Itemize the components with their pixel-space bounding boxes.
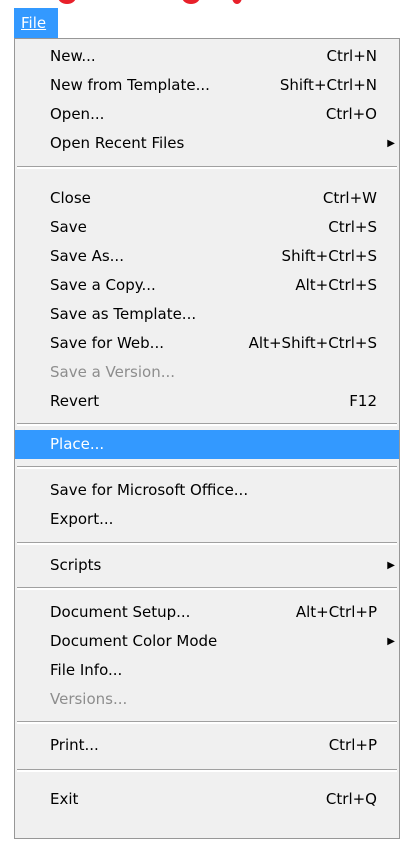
menu-item-label: Place...	[50, 435, 105, 453]
menu-item-save-as[interactable]: Save As... Shift+Ctrl+S	[15, 242, 399, 271]
menu-item-label: Open Recent Files	[50, 134, 185, 152]
menu-item-label: Save a Version...	[50, 363, 176, 381]
menu-item-label: New...	[50, 47, 96, 65]
menu-item-shortcut: F12	[349, 392, 377, 410]
menu-item-label: Document Setup...	[50, 603, 191, 621]
menu-item-label: Versions...	[50, 690, 128, 708]
menu-separator	[17, 166, 397, 169]
menu-item-label: Save for Web...	[50, 334, 164, 352]
menu-item-save-for-web[interactable]: Save for Web... Alt+Shift+Ctrl+S	[15, 329, 399, 358]
submenu-arrow-icon: ▶	[387, 560, 395, 571]
submenu-arrow-icon: ▶	[387, 138, 395, 149]
menu-item-versions: Versions...	[15, 685, 399, 714]
red-graphic-fragment	[232, 0, 242, 4]
menu-item-shortcut: Shift+Ctrl+S	[281, 247, 377, 265]
menu-item-export[interactable]: Export...	[15, 505, 399, 534]
menu-item-label: Open...	[50, 105, 105, 123]
menu-item-print[interactable]: Print... Ctrl+P	[15, 731, 399, 760]
menu-item-save-as-template[interactable]: Save as Template...	[15, 300, 399, 329]
menu-item-new-from-template[interactable]: New from Template... Shift+Ctrl+N	[15, 71, 399, 100]
menu-item-scripts[interactable]: Scripts ▶	[15, 551, 399, 580]
menu-item-shortcut: Alt+Shift+Ctrl+S	[248, 334, 377, 352]
menu-item-save-a-version: Save a Version...	[15, 358, 399, 387]
menu-item-label: Save a Copy...	[50, 276, 156, 294]
menu-item-shortcut: Alt+Ctrl+P	[295, 603, 377, 621]
red-graphic-fragment	[58, 0, 76, 4]
menu-item-exit[interactable]: Exit Ctrl+Q	[15, 785, 399, 814]
menu-item-place[interactable]: Place...	[15, 430, 399, 459]
menu-item-new[interactable]: New... Ctrl+N	[15, 42, 399, 71]
menu-item-shortcut: Ctrl+S	[328, 218, 377, 236]
menu-item-label: Save As...	[50, 247, 124, 265]
menu-separator	[17, 466, 397, 469]
menu-item-label: Print...	[50, 736, 99, 754]
menu-item-shortcut: Ctrl+P	[328, 736, 377, 754]
menu-item-label: Close	[50, 189, 91, 207]
menu-item-label: Save	[50, 218, 87, 236]
menu-item-file-info[interactable]: File Info...	[15, 656, 399, 685]
menu-item-open-recent-files[interactable]: Open Recent Files ▶	[15, 129, 399, 158]
menu-item-save-for-microsoft-office[interactable]: Save for Microsoft Office...	[15, 476, 399, 505]
menu-item-label: Scripts	[50, 556, 102, 574]
menu-separator	[17, 423, 397, 426]
red-graphic-fragment	[182, 0, 200, 4]
menu-file-tab[interactable]: File	[14, 8, 58, 38]
top-decoration	[0, 0, 405, 8]
menu-item-shortcut: Ctrl+O	[325, 105, 377, 123]
menu-file-label: File	[21, 14, 47, 32]
menu-item-label: Save as Template...	[50, 305, 197, 323]
submenu-arrow-icon: ▶	[387, 636, 395, 647]
menu-item-save[interactable]: Save Ctrl+S	[15, 213, 399, 242]
menu-item-revert[interactable]: Revert F12	[15, 387, 399, 416]
menu-item-label: Exit	[50, 790, 79, 808]
menu-item-label: File Info...	[50, 661, 123, 679]
menu-item-label: Save for Microsoft Office...	[50, 481, 249, 499]
file-dropdown-menu: New... Ctrl+N New from Template... Shift…	[14, 38, 400, 839]
menu-item-document-setup[interactable]: Document Setup... Alt+Ctrl+P	[15, 598, 399, 627]
menu-item-label: Export...	[50, 510, 114, 528]
menu-separator	[17, 587, 397, 590]
menu-item-shortcut: Shift+Ctrl+N	[279, 76, 377, 94]
menu-item-document-color-mode[interactable]: Document Color Mode ▶	[15, 627, 399, 656]
menu-item-label: New from Template...	[50, 76, 210, 94]
menu-item-shortcut: Ctrl+N	[326, 47, 377, 65]
menu-item-open[interactable]: Open... Ctrl+O	[15, 100, 399, 129]
menu-item-shortcut: Alt+Ctrl+S	[295, 276, 377, 294]
menu-item-shortcut: Ctrl+W	[322, 189, 377, 207]
menu-item-close[interactable]: Close Ctrl+W	[15, 184, 399, 213]
menu-item-shortcut: Ctrl+Q	[325, 790, 377, 808]
menu-separator	[17, 542, 397, 545]
menu-item-save-a-copy[interactable]: Save a Copy... Alt+Ctrl+S	[15, 271, 399, 300]
menu-item-label: Revert	[50, 392, 100, 410]
app-window: File New... Ctrl+N New from Template... …	[0, 0, 405, 842]
menu-item-label: Document Color Mode	[50, 632, 218, 650]
menu-separator	[17, 769, 397, 772]
menu-separator	[17, 721, 397, 724]
